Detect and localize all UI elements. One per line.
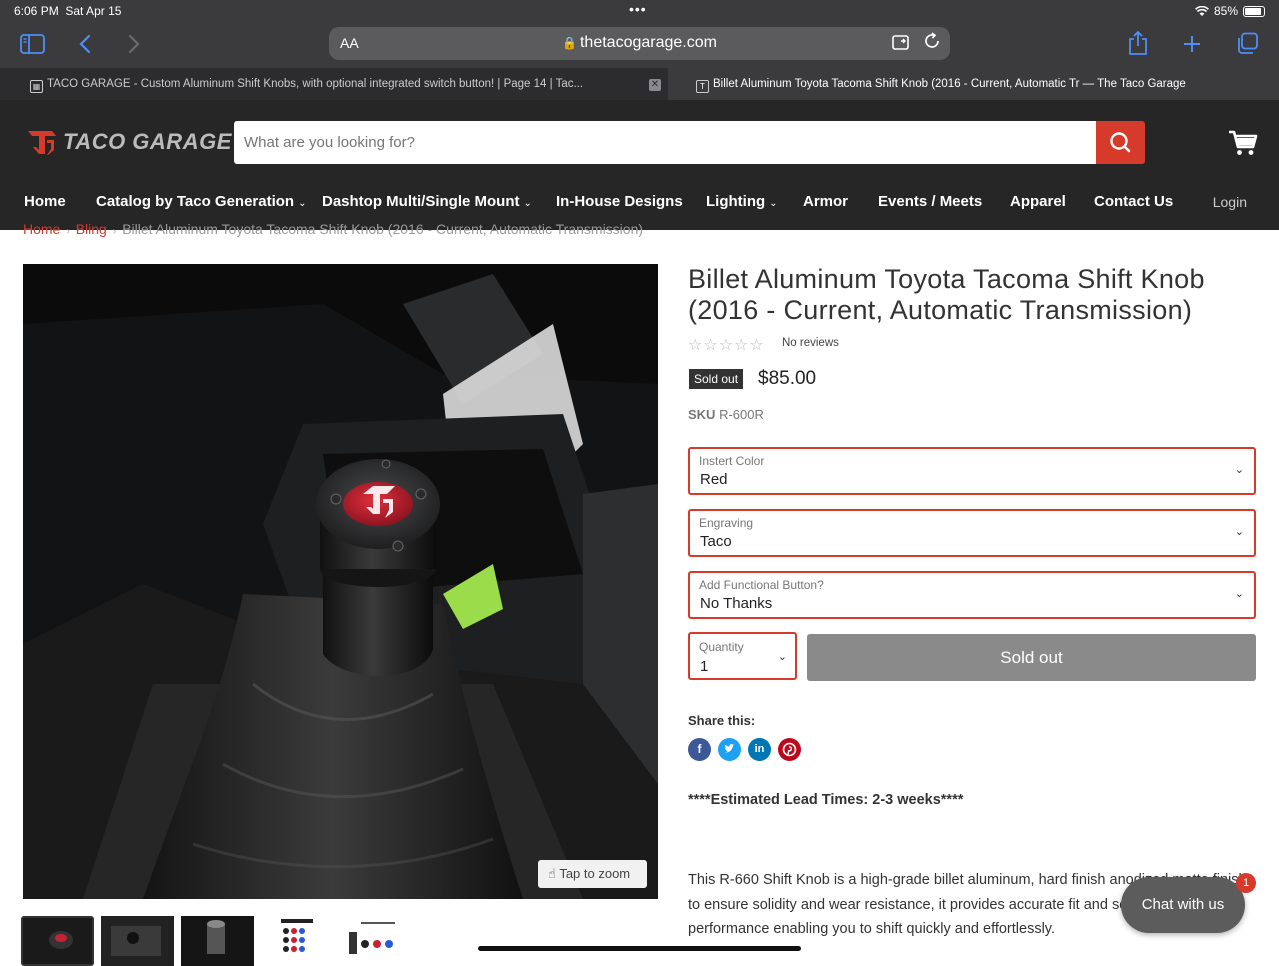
search-icon	[1110, 132, 1131, 153]
extensions-icon[interactable]	[892, 34, 912, 51]
chat-unread-badge: 1	[1236, 873, 1256, 893]
review-count[interactable]: No reviews	[782, 337, 839, 349]
pinterest-icon[interactable]	[778, 738, 801, 761]
cart-icon[interactable]	[1228, 128, 1258, 158]
breadcrumb-current: Billet Aluminum Toyota Tacoma Shift Knob…	[122, 223, 644, 237]
tap-to-zoom-label: Tap to zoom	[559, 866, 631, 881]
share-label: Share this:	[688, 713, 756, 728]
nav-catalog-by-generation[interactable]: Catalog by Taco Generation ⌄	[96, 193, 306, 210]
select-value: Red	[700, 471, 728, 488]
wifi-icon	[1195, 5, 1209, 16]
main-nav: Home Catalog by Taco Generation ⌄ Dashtop…	[0, 190, 1279, 214]
tabs-overview-icon[interactable]	[1236, 32, 1259, 55]
tab-forum[interactable]: ▦ TACO GARAGE - Custom Aluminum Shift Kno…	[30, 68, 630, 100]
chevron-down-icon: ⌄	[777, 651, 787, 663]
battery-icon	[1243, 5, 1265, 17]
tab-bar: ▦ TACO GARAGE - Custom Aluminum Shift Kno…	[0, 68, 1279, 100]
tap-icon: ☝	[548, 866, 556, 881]
breadcrumb-separator-icon: ›	[66, 226, 70, 237]
tab-product[interactable]: T Billet Aluminum Toyota Tacoma Shift Kno…	[668, 68, 1279, 100]
battery-percent: 85%	[1213, 4, 1238, 18]
facebook-icon[interactable]: f	[688, 738, 711, 761]
home-indicator[interactable]	[478, 946, 801, 951]
forward-icon[interactable]	[128, 34, 140, 54]
shift-knob-photo	[23, 264, 658, 899]
quantity-label: Quantity	[699, 640, 744, 654]
breadcrumb-bling[interactable]: Bling	[76, 223, 107, 237]
tap-to-zoom-button[interactable]: ☝ Tap to zoom	[538, 860, 647, 888]
nav-dashtop-mount[interactable]: Dashtop Multi/Single Mount ⌄	[322, 193, 532, 210]
breadcrumb: Home › Bling › Billet Aluminum Toyota Tacoma…	[23, 223, 643, 239]
store-header: TACO GARAGE Home Catalog by Taco Generat…	[0, 100, 1279, 230]
sold-out-badge: Sold out	[689, 369, 744, 389]
close-tab-icon[interactable]: ✕	[649, 79, 661, 91]
select-value: Taco	[700, 533, 732, 550]
insert-color-select[interactable]: Instert Color Red ⌄	[688, 447, 1256, 495]
status-bar: 6:06 PM Sat Apr 15 ••• 85%	[0, 0, 1279, 22]
taco-garage-logo-icon	[28, 131, 56, 155]
site-favicon-icon: T	[696, 80, 709, 93]
browser-toolbar: AA 🔒 thetacogarage.com	[0, 22, 1279, 68]
engraving-select[interactable]: Engraving Taco ⌄	[688, 509, 1256, 557]
product-title: Billet Aluminum Toyota Tacoma Shift Knob…	[688, 264, 1205, 325]
lock-icon: 🔒	[562, 36, 577, 50]
new-tab-icon[interactable]	[1182, 34, 1202, 54]
quantity-value: 1	[700, 658, 709, 675]
search-button[interactable]	[1096, 121, 1145, 164]
nav-apparel[interactable]: Apparel	[1010, 193, 1066, 210]
twitter-icon[interactable]	[718, 738, 741, 761]
quantity-select[interactable]: Quantity 1 ⌄	[688, 632, 797, 680]
thumbnail-strip	[21, 916, 414, 966]
reload-icon[interactable]	[924, 32, 941, 50]
nav-in-house-designs[interactable]: In-House Designs	[556, 193, 683, 210]
logo-text: TACO GARAGE	[63, 129, 232, 154]
address-bar[interactable]: AA 🔒 thetacogarage.com	[329, 27, 950, 60]
chat-with-us-button[interactable]: Chat with us	[1121, 877, 1245, 933]
breadcrumb-separator-icon: ›	[112, 226, 117, 237]
nav-events-meets[interactable]: Events / Meets	[878, 193, 982, 210]
select-value: No Thanks	[700, 595, 773, 612]
chevron-down-icon: ⌄	[298, 198, 307, 209]
chevron-down-icon: ⌄	[1234, 588, 1244, 600]
sold-out-button[interactable]: Sold out	[807, 634, 1256, 681]
chevron-down-icon: ⌄	[523, 198, 532, 209]
share-buttons: f in	[688, 738, 801, 761]
search-bar	[234, 121, 1096, 164]
chevron-down-icon: ⌄	[1234, 464, 1244, 476]
status-time: 6:06 PM Sat Apr 15	[14, 4, 122, 18]
select-label: Instert Color	[699, 454, 765, 468]
back-icon[interactable]	[79, 34, 91, 54]
chevron-down-icon: ⌄	[769, 198, 778, 209]
nav-armor[interactable]: Armor	[803, 193, 848, 210]
store-logo[interactable]: TACO GARAGE	[27, 128, 232, 156]
nav-lighting[interactable]: Lighting ⌄	[706, 193, 778, 210]
multitasking-dots[interactable]: •••	[629, 1, 647, 17]
login-link[interactable]: Login	[1213, 194, 1247, 210]
select-label: Engraving	[699, 516, 754, 530]
select-label: Add Functional Button?	[699, 578, 824, 592]
product-image[interactable]	[23, 264, 658, 899]
nav-home[interactable]: Home	[24, 193, 66, 210]
url-display[interactable]: 🔒 thetacogarage.com	[329, 34, 950, 52]
chevron-down-icon: ⌄	[1234, 526, 1244, 538]
share-icon[interactable]	[1128, 30, 1148, 56]
status-right: 85%	[1195, 4, 1265, 18]
search-input[interactable]	[234, 121, 1096, 164]
sidebar-icon[interactable]	[20, 34, 45, 54]
forum-favicon-icon: ▦	[30, 80, 43, 93]
product-sku: SKU R-600R	[688, 407, 764, 422]
lead-time-note: ****Estimated Lead Times: 2-3 weeks****	[688, 792, 964, 808]
breadcrumb-home[interactable]: Home	[23, 223, 60, 237]
product-price: $85.00	[758, 368, 817, 389]
nav-contact-us[interactable]: Contact Us	[1094, 193, 1173, 210]
functional-button-select[interactable]: Add Functional Button? No Thanks ⌄	[688, 571, 1256, 619]
linkedin-icon[interactable]: in	[748, 738, 771, 761]
rating-stars-icon[interactable]: ☆☆☆☆☆	[688, 335, 765, 355]
